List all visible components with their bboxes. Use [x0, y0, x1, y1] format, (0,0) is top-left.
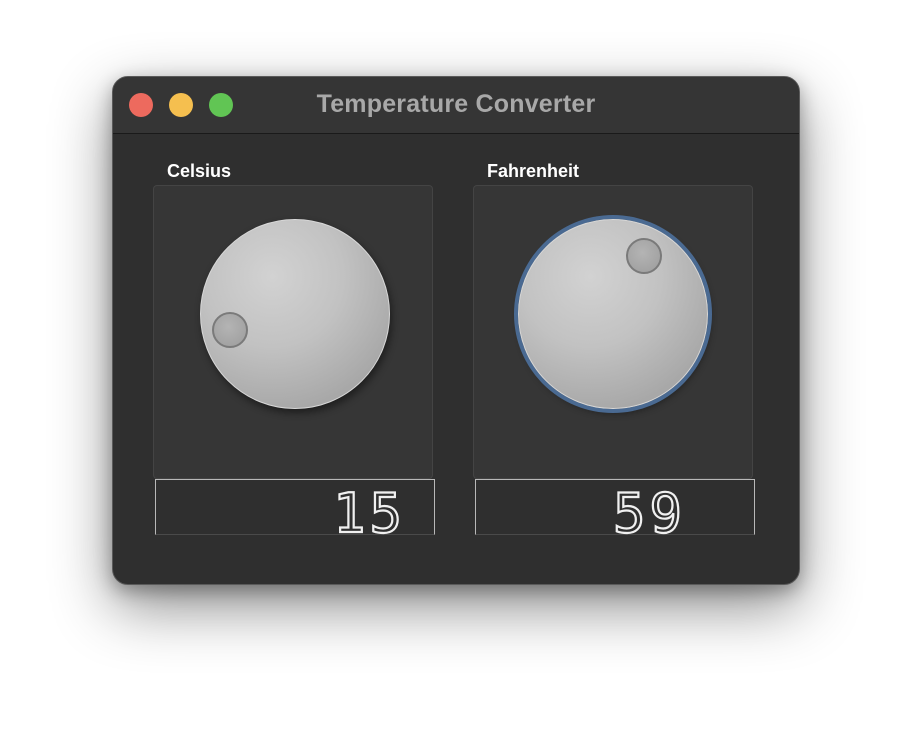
fahrenheit-knob[interactable] — [518, 219, 708, 409]
celsius-readout: 15 — [155, 479, 435, 536]
fahrenheit-label: Fahrenheit — [487, 161, 580, 181]
temperature-converter-window: Temperature Converter Celsius 15 Fahrenh… — [112, 76, 800, 585]
celsius-label: Celsius — [167, 161, 232, 181]
celsius-box — [153, 185, 433, 479]
fahrenheit-knob-indicator — [626, 238, 662, 274]
fahrenheit-lcd-digits: 59 — [612, 481, 686, 536]
celsius-knob[interactable] — [200, 219, 390, 409]
celsius-lcd-digits: 15 — [332, 481, 406, 536]
fahrenheit-readout: 59 — [475, 479, 755, 536]
window-title: Temperature Converter — [316, 90, 596, 118]
fahrenheit-value: 59 — [613, 482, 686, 536]
fahrenheit-box — [473, 185, 753, 479]
celsius-knob-indicator — [212, 312, 248, 348]
celsius-value: 15 — [333, 482, 406, 536]
title-bar[interactable]: Temperature Converter — [113, 77, 799, 134]
